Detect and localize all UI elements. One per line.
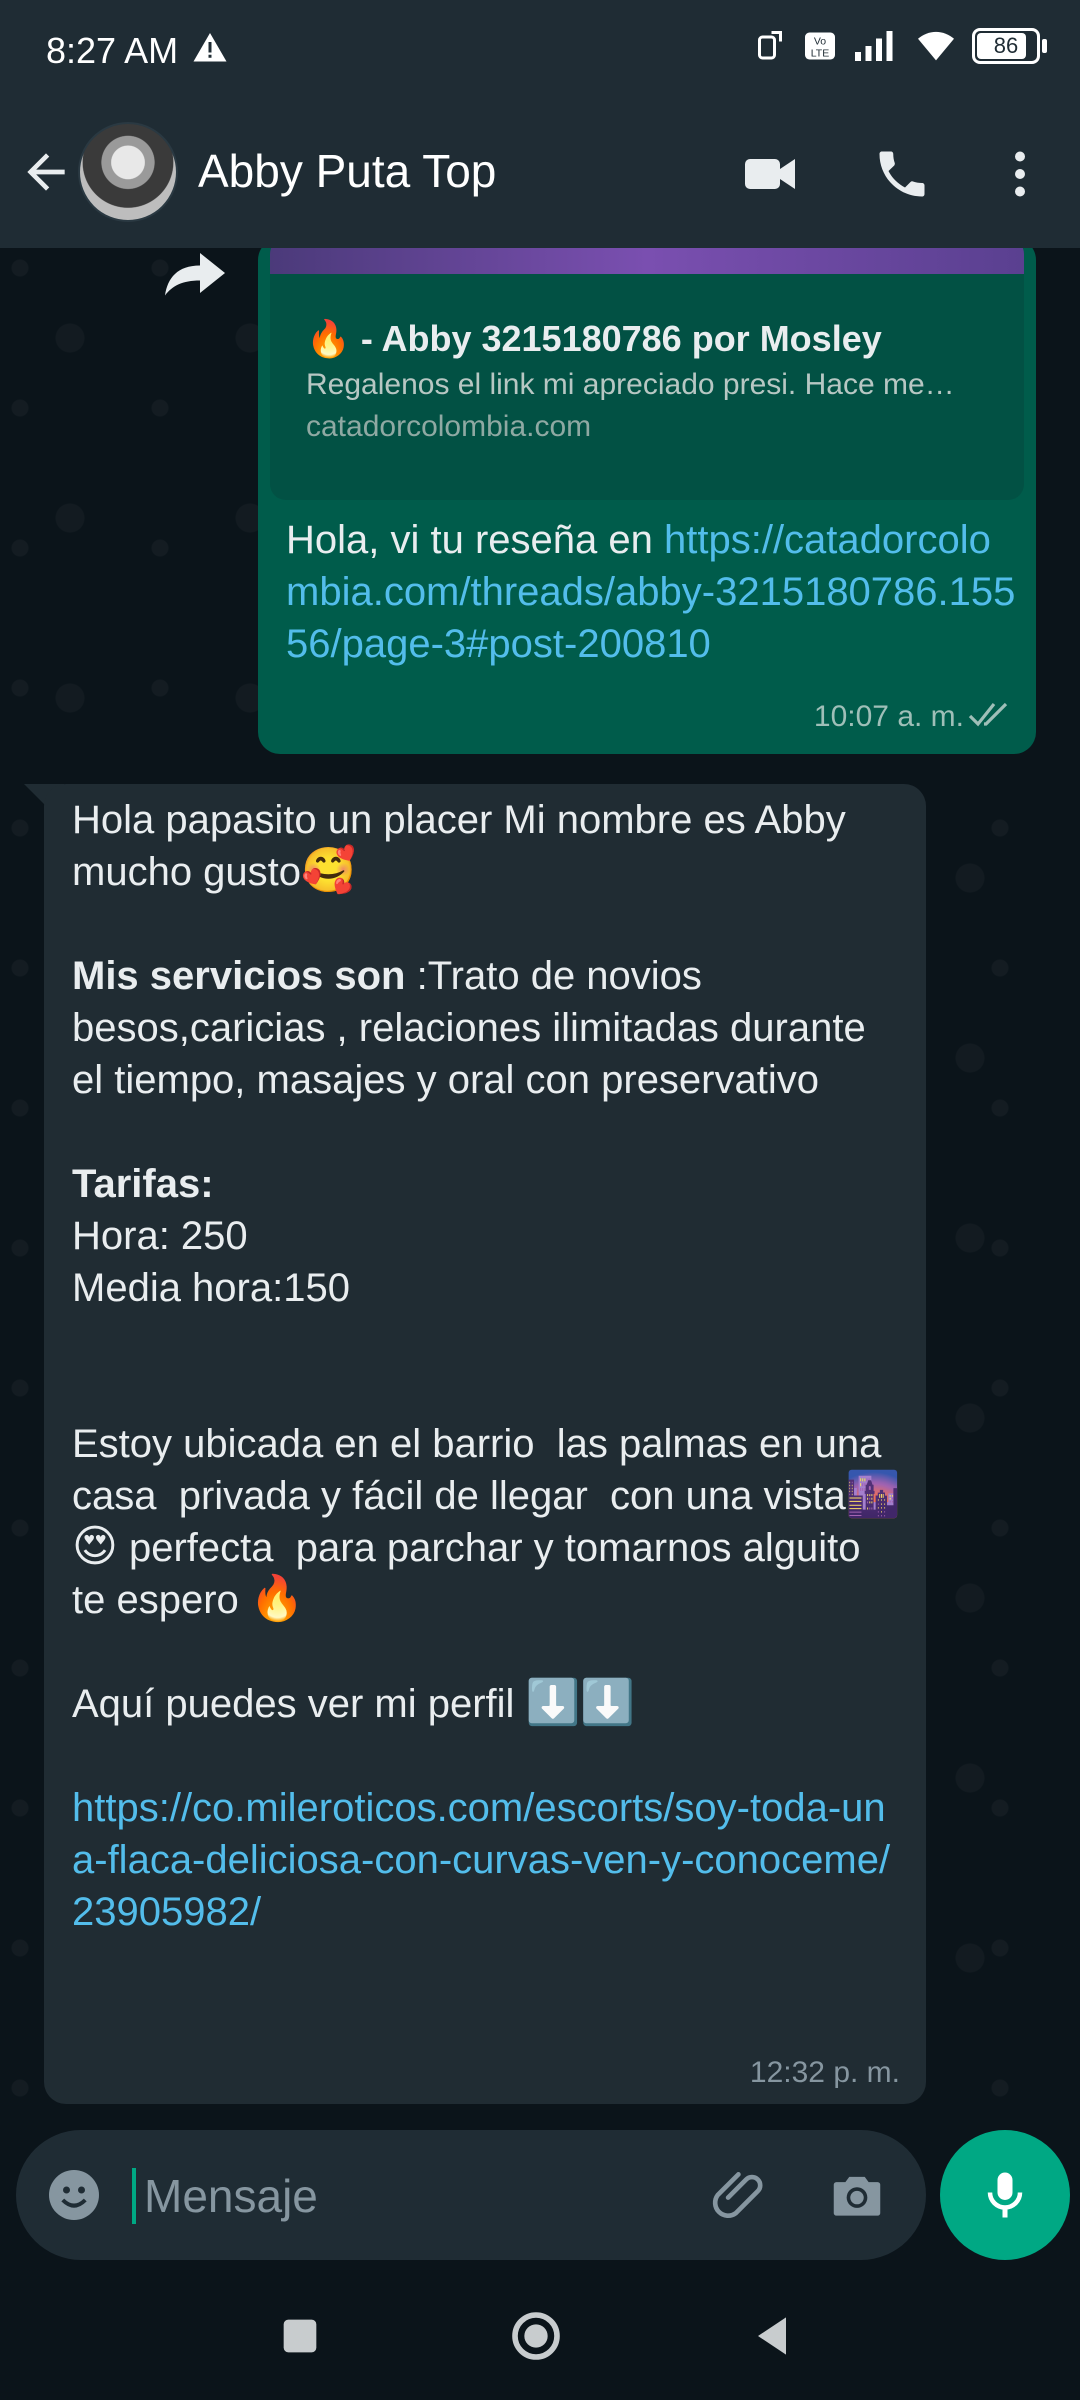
incoming-message-text: Hola papasito un placer Mi nombre es Abb… — [72, 794, 902, 1938]
message-composer — [16, 2130, 926, 2260]
wifi-icon — [918, 31, 954, 61]
microphone-icon — [987, 2172, 1023, 2218]
forward-icon[interactable] — [160, 248, 230, 298]
text-caret — [132, 2168, 136, 2224]
home-icon[interactable] — [508, 2308, 564, 2364]
city-emoji: 🌆 — [845, 1470, 901, 1519]
outgoing-text-prefix: Hola, vi tu reseña en — [286, 518, 664, 562]
attach-icon[interactable] — [710, 2164, 772, 2226]
rate-hour: Hora: 250 — [72, 1214, 248, 1258]
rates-label: Tarifas: — [72, 1162, 214, 1206]
preview-title: 🔥 - Abby 3215180786 por Mosley — [306, 318, 882, 359]
location-text-1: Estoy ubicada en el barrio las palmas en… — [72, 1422, 893, 1518]
message-time: 10:07 a. m. — [813, 700, 964, 733]
preview-domain: catadorcolombia.com — [306, 410, 592, 443]
heart-eyes-emoji: 😍 — [72, 1522, 118, 1571]
fire-emoji: 🔥 — [249, 1574, 305, 1623]
svg-text:Vo: Vo — [814, 36, 826, 48]
smile-hearts-emoji: 🥰 — [301, 846, 356, 895]
recents-icon[interactable] — [272, 2308, 328, 2364]
incoming-message[interactable]: Hola papasito un placer Mi nombre es Abb… — [44, 784, 926, 2104]
status-icons: Vo LTE 86 — [752, 28, 1047, 64]
preview-description: Regalenos el link mi apreciado presi. Ha… — [306, 368, 955, 401]
battery-indicator: 86 — [972, 28, 1047, 64]
location-text-2: perfecta para parchar y tomarnos alguito… — [72, 1526, 872, 1622]
video-call-icon[interactable] — [740, 144, 800, 204]
message-time: 12:32 p. m. — [749, 2056, 900, 2089]
profile-link[interactable]: https://co.mileroticos.com/escorts/soy-t… — [72, 1786, 890, 1934]
screen-rotate-icon — [758, 31, 782, 60]
camera-icon[interactable] — [826, 2164, 888, 2226]
back-nav-icon[interactable] — [744, 2308, 800, 2364]
signal-icon — [855, 31, 893, 61]
volte-icon: VoLTE — [805, 32, 835, 60]
avatar[interactable] — [78, 122, 178, 222]
outgoing-message[interactable]: 🔥 - Abby 3215180786 por Mosley Regalenos… — [258, 248, 1036, 754]
svg-text:LTE: LTE — [811, 48, 829, 60]
greeting-text: Hola papasito un placer Mi nombre es Abb… — [72, 798, 857, 894]
outgoing-message-text: Hola, vi tu reseña en https://catadorcol… — [286, 514, 1016, 670]
profile-text: Aquí puedes ver mi perfil — [72, 1682, 526, 1726]
phone-call-icon[interactable] — [872, 144, 932, 204]
chat-area[interactable]: 🔥 - Abby 3215180786 por Mosley Regalenos… — [0, 248, 1080, 2120]
down-arrows-emoji: ⬇️⬇️ — [525, 1678, 636, 1727]
back-arrow-icon[interactable] — [18, 144, 74, 200]
chat-header: Abby Puta Top — [0, 100, 1080, 248]
mic-button[interactable] — [940, 2130, 1070, 2260]
system-nav-bar — [0, 2270, 1080, 2400]
emoji-icon[interactable] — [44, 2165, 104, 2225]
link-preview[interactable]: 🔥 - Abby 3215180786 por Mosley Regalenos… — [270, 248, 1024, 500]
battery-level: 86 — [993, 33, 1019, 58]
services-label: Mis servicios son — [72, 954, 406, 998]
more-options-icon[interactable] — [990, 144, 1050, 204]
warning-icon — [193, 33, 227, 62]
preview-image — [270, 248, 1024, 274]
status-time: 8:27 AM — [46, 30, 179, 71]
status-bar: 8:27 AM Vo LTE 86 — [0, 0, 1080, 100]
message-input[interactable] — [142, 2160, 706, 2232]
contact-name[interactable]: Abby Puta Top — [198, 144, 496, 198]
read-ticks-icon — [968, 702, 1008, 727]
rate-half-hour: Media hora:150 — [72, 1266, 350, 1310]
